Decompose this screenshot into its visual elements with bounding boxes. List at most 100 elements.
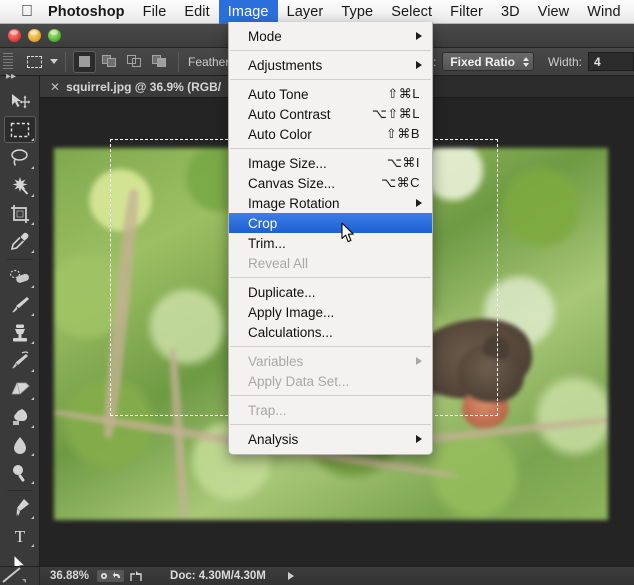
history-brush-tool[interactable] (4, 347, 36, 374)
macmenu-item-wind[interactable]: Wind (578, 0, 629, 24)
zoom-level[interactable]: 36.88% (50, 570, 89, 582)
menu-separator (230, 424, 431, 425)
close-icon[interactable]: ✕ (50, 80, 60, 94)
macmenu-item-image[interactable]: Image (219, 0, 278, 24)
menu-item-label: Crop (248, 216, 422, 231)
style-select[interactable]: Fixed Ratio (442, 52, 534, 71)
tool-group-indicator-icon (31, 544, 34, 547)
camera-sync-icon[interactable] (97, 570, 124, 582)
macos-menu-bar:  PhotoshopFileEditImageLayerTypeSelectF… (0, 0, 634, 24)
macmenu-item-layer[interactable]: Layer (278, 0, 333, 24)
tool-group-indicator-icon (31, 425, 34, 428)
menu-item-duplicate[interactable]: Duplicate... (229, 282, 432, 302)
toolbar-divider (7, 259, 33, 260)
menu-item-apply-image[interactable]: Apply Image... (229, 302, 432, 322)
move-tool[interactable] (4, 88, 36, 115)
menu-item-auto-color[interactable]: Auto Color⇧⌘B (229, 124, 432, 144)
add-to-selection-button[interactable] (98, 51, 121, 73)
image-menu-dropdown: Mode Adjustments Auto Tone⇧⌘LAuto Contrast… (228, 22, 433, 455)
macmenu-item-photoshop[interactable]: Photoshop (38, 0, 134, 24)
width-input[interactable]: 4 (588, 52, 634, 71)
menu-item-label: Auto Tone (248, 87, 387, 102)
tool-group-indicator-icon (31, 138, 34, 141)
menu-item-apply-data-set: Apply Data Set... (229, 371, 432, 391)
tool-group-indicator-icon (31, 481, 34, 484)
menu-item-crop[interactable]: Crop (229, 213, 432, 233)
blur-tool[interactable] (4, 431, 36, 458)
menu-item-mode[interactable]: Mode (229, 26, 432, 46)
macmenu-item-file[interactable]: File (134, 0, 176, 24)
menu-item-variables: Variables (229, 351, 432, 371)
rectangular-marquee-tool[interactable] (4, 116, 36, 143)
foreground-background-color-icon[interactable] (0, 567, 28, 584)
menu-separator (230, 395, 431, 396)
status-bar: 36.88% Doc: 4.30M/4.30M (0, 566, 634, 585)
document-tab[interactable]: ✕ squirrel.jpg @ 36.9% (RGB/ (40, 76, 234, 97)
rectangular-marquee-icon[interactable] (21, 51, 47, 73)
menu-separator (230, 79, 431, 80)
menu-item-label: Reveal All (248, 256, 422, 271)
subtract-from-selection-button[interactable] (123, 51, 146, 73)
toolbar-divider (7, 490, 33, 491)
eraser-tool[interactable] (4, 375, 36, 402)
document-tab-label: squirrel.jpg @ 36.9% (RGB/ (66, 80, 221, 94)
chevron-down-icon[interactable] (50, 59, 58, 64)
menu-item-shortcut: ⌥⇧⌘L (372, 106, 422, 122)
tool-group-indicator-icon (31, 341, 34, 344)
crop-tool[interactable] (4, 200, 36, 227)
status-bar-spacer (0, 567, 40, 585)
menu-item-auto-tone[interactable]: Auto Tone⇧⌘L (229, 84, 432, 104)
submenu-arrow-icon (416, 61, 422, 69)
menu-item-label: Adjustments (248, 58, 416, 73)
macmenu-item-type[interactable]: Type (332, 0, 382, 24)
menu-item-label: Trim... (248, 236, 422, 251)
options-bar-grip[interactable] (3, 53, 13, 71)
intersect-with-selection-button[interactable] (148, 51, 171, 73)
menu-item-label: Calculations... (248, 325, 422, 340)
macmenu-item-view[interactable]: View (529, 0, 579, 24)
macmenu-item-filter[interactable]: Filter (441, 0, 492, 24)
menu-separator (230, 277, 431, 278)
clone-stamp-tool[interactable] (4, 319, 36, 346)
menu-item-auto-contrast[interactable]: Auto Contrast⌥⇧⌘L (229, 104, 432, 124)
spot-healing-brush-tool[interactable] (4, 263, 36, 290)
tool-group-indicator-icon (31, 250, 34, 253)
macmenu-item-3d[interactable]: 3D (492, 0, 529, 24)
menu-item-analysis[interactable]: Analysis (229, 429, 432, 449)
menu-item-label: Mode (248, 29, 416, 44)
menu-item-label: Apply Image... (248, 305, 422, 320)
menu-item-label: Image Rotation (248, 196, 416, 211)
gradient-tool[interactable] (4, 403, 36, 430)
menu-item-label: Variables (248, 354, 416, 369)
new-selection-button[interactable] (73, 51, 96, 73)
eyedropper-tool[interactable] (4, 228, 36, 255)
submenu-arrow-icon (416, 199, 422, 207)
menu-item-adjustments[interactable]: Adjustments (229, 55, 432, 75)
menu-item-shortcut: ⇧⌘B (386, 126, 422, 142)
tool-group-indicator-icon (31, 194, 34, 197)
magic-wand-tool[interactable] (4, 172, 36, 199)
menu-item-canvas-size[interactable]: Canvas Size...⌥⌘C (229, 173, 432, 193)
pen-tool[interactable] (4, 494, 36, 521)
menu-item-image-rotation[interactable]: Image Rotation (229, 193, 432, 213)
type-tool[interactable]: T (4, 522, 36, 549)
stepper-icon (523, 57, 529, 67)
menu-item-label: Auto Color (248, 127, 386, 142)
expand-panel-icon[interactable]: ▸▸ (6, 72, 16, 82)
macmenu-item-edit[interactable]: Edit (175, 0, 218, 24)
menu-item-image-size[interactable]: Image Size...⌥⌘I (229, 153, 432, 173)
menu-item-calculations[interactable]: Calculations... (229, 322, 432, 342)
lasso-tool[interactable] (4, 144, 36, 171)
play-arrow-icon[interactable] (288, 572, 294, 580)
macmenu-item-select[interactable]: Select (382, 0, 441, 24)
apple-logo-icon[interactable]:  (16, 4, 38, 20)
divider (65, 52, 66, 72)
share-icon[interactable] (130, 570, 144, 582)
brush-tool[interactable] (4, 291, 36, 318)
menu-item-label: Apply Data Set... (248, 374, 422, 389)
dodge-tool[interactable] (4, 459, 36, 486)
menu-item-trim[interactable]: Trim... (229, 233, 432, 253)
menu-item-label: Canvas Size... (248, 176, 381, 191)
menu-item-reveal-all: Reveal All (229, 253, 432, 273)
menu-item-label: Duplicate... (248, 285, 422, 300)
